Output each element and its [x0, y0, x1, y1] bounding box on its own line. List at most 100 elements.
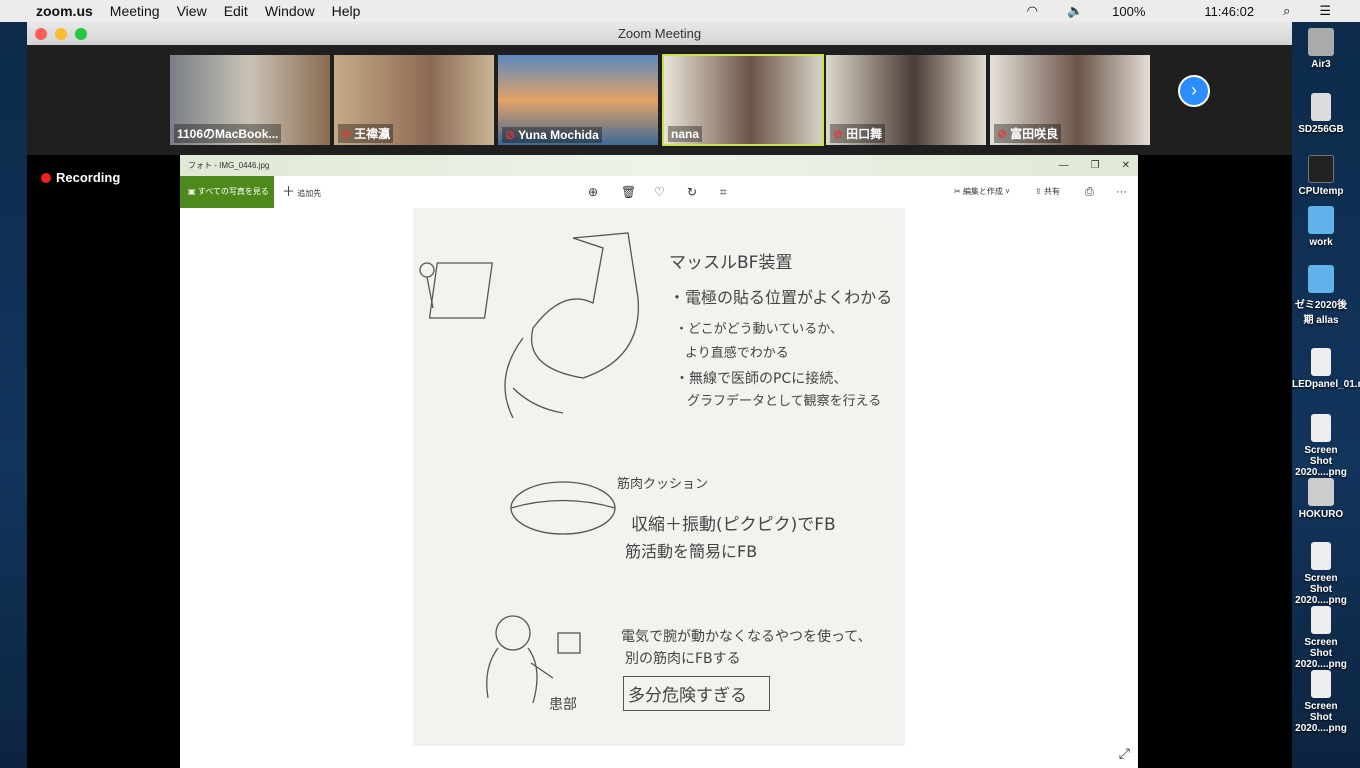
participant-name: 王禕瀛 [354, 127, 391, 141]
desktop-item-app[interactable]: CPUtemp [1292, 155, 1350, 197]
desktop-item-png[interactable]: Screen Shot 2020....png [1292, 670, 1350, 734]
video-tile[interactable]: ⊘ Yuna Mochida [498, 55, 658, 145]
desktop-item-png[interactable]: Screen Shot 2020....png [1292, 542, 1350, 606]
sd-card-icon [1311, 93, 1331, 121]
search-icon[interactable]: ⌕ [1283, 3, 1290, 19]
edit-icon: ✂ [954, 187, 963, 196]
desktop-item-drive[interactable]: Air3 [1292, 28, 1350, 70]
participant-name: 1106のMacBook... [174, 124, 282, 143]
edit-create-label: 編集と作成 [962, 187, 1003, 196]
video-tile[interactable]: ⊘ 王禕瀛 [334, 55, 494, 145]
menu-app[interactable]: zoom.us [36, 3, 93, 19]
mic-muted-icon: ⊘ [833, 127, 844, 141]
desktop-label: Screen Shot 2020....png [1295, 573, 1347, 606]
video-tile[interactable]: ⊘ 富田咲良 [990, 55, 1150, 145]
more-icon[interactable]: ··· [1116, 176, 1127, 208]
folder-icon [1308, 206, 1334, 234]
png-file-icon [1311, 606, 1331, 634]
mic-muted-icon: ⊘ [997, 127, 1008, 141]
desktop-label: Air3 [1311, 59, 1331, 70]
desktop-label: ゼミ2020後期 allas [1294, 300, 1348, 326]
png-file-icon [1311, 670, 1331, 698]
desktop-item-file[interactable]: LEDpanel_01.maxpat [1292, 348, 1360, 390]
print-icon[interactable]: ⎙ [1085, 176, 1094, 208]
drive-icon [1308, 28, 1334, 56]
folder-icon [1308, 265, 1334, 293]
video-tile-active[interactable]: nana [662, 54, 824, 146]
all-photos-label: すべての写真を見る [197, 187, 269, 196]
zoom-button[interactable] [75, 28, 87, 40]
file-icon [1311, 348, 1331, 376]
menu-meeting[interactable]: Meeting [110, 3, 160, 19]
desktop-item-folder[interactable]: work [1292, 206, 1350, 248]
add-to-label: 追加先 [297, 189, 322, 198]
menu-window[interactable]: Window [265, 3, 315, 19]
add-to-button[interactable]: ＋ 追加先 [282, 176, 321, 210]
share-label: 共有 [1043, 187, 1060, 196]
share-icon: ⇪ [1035, 187, 1044, 196]
close-button[interactable] [35, 28, 47, 40]
photos-title: フォト - IMG_0446.jpg [188, 161, 270, 170]
participant-name: nana [668, 126, 703, 142]
desktop-item-drive[interactable]: HOKURO [1292, 478, 1350, 520]
fullscreen-icon[interactable]: ⤢ [1119, 745, 1130, 762]
minimize-button[interactable] [55, 28, 67, 40]
share-button[interactable]: ⇪ 共有 [1035, 176, 1060, 208]
participant-strip: 1106のMacBook... ⊘ 王禕瀛 ⊘ Yuna Mochida nana … [27, 45, 1292, 155]
zoom-window: Zoom Meeting 1106のMacBook... ⊘ 王禕瀛 ⊘ Yuna … [27, 22, 1292, 768]
minimize-icon[interactable]: — [1059, 155, 1069, 176]
mic-muted-icon: ⊘ [341, 127, 352, 141]
heart-icon[interactable]: ♡ [654, 176, 665, 208]
video-tile[interactable]: ⊘ 田口舞 [826, 55, 986, 145]
wifi-icon[interactable]: ◠ [1027, 3, 1038, 19]
video-tile[interactable]: 1106のMacBook... [170, 55, 330, 145]
desktop-label: Screen Shot 2020....png [1295, 701, 1347, 734]
delete-icon[interactable]: 🗑 [621, 176, 636, 208]
list-icon[interactable]: ☰ [1319, 3, 1331, 19]
window-title: Zoom Meeting [617, 26, 702, 41]
mic-muted-icon: ⊘ [505, 128, 516, 142]
rotate-icon[interactable]: ↻ [687, 176, 697, 208]
clock[interactable]: 11:46:02 [1204, 4, 1254, 19]
zoom-in-icon[interactable]: ⊕ [588, 176, 598, 208]
participant-name: Yuna Mochida [518, 128, 599, 142]
recording-label: Recording [56, 170, 121, 185]
desktop-label: work [1309, 237, 1333, 248]
photos-app-window: フォト - IMG_0446.jpg — ❐ ✕ ▣ すべての写真を見る ＋ 追加先… [180, 155, 1138, 768]
recording-indicator[interactable]: Recording [41, 170, 120, 185]
menu-help[interactable]: Help [332, 3, 361, 19]
battery-label[interactable]: 100% [1112, 4, 1145, 19]
participant-name: 富田咲良 [1010, 127, 1059, 141]
menu-edit[interactable]: Edit [224, 3, 248, 19]
drive-icon [1308, 478, 1334, 506]
terminal-icon [1308, 155, 1334, 183]
menu-bar: zoom.us Meeting View Edit Window Help ◠ … [0, 0, 1360, 22]
png-file-icon [1311, 542, 1331, 570]
desktop-label: SD256GB [1298, 124, 1344, 135]
volume-icon[interactable]: 🔈 [1067, 3, 1083, 19]
close-icon[interactable]: ✕ [1122, 155, 1130, 176]
png-file-icon [1311, 414, 1331, 442]
next-page-button[interactable]: › [1178, 75, 1210, 107]
desktop-item-sd[interactable]: SD256GB [1292, 93, 1350, 135]
participant-name: 田口舞 [846, 127, 883, 141]
desktop-item-folder[interactable]: ゼミ2020後期 allas [1292, 265, 1350, 326]
restore-icon[interactable]: ❐ [1091, 155, 1100, 176]
plus-icon: ＋ [282, 184, 296, 199]
menu-view[interactable]: View [177, 3, 207, 19]
image-icon: ▣ [188, 187, 198, 196]
sketch-drawings [419, 232, 640, 704]
window-titlebar: Zoom Meeting [27, 22, 1292, 45]
desktop-label: HOKURO [1298, 509, 1344, 520]
desktop-label: Screen Shot 2020....png [1295, 637, 1347, 670]
recording-dot-icon [41, 172, 51, 183]
photo-image: マッスルBF装置 ・電極の貼る位置がよくわかる ・どこがどう動いているか、 より… [413, 208, 905, 746]
desktop-label: Screen Shot 2020....png [1295, 445, 1347, 478]
desktop-item-png[interactable]: Screen Shot 2020....png [1292, 606, 1350, 670]
desktop-label: LEDpanel_01.maxpat [1292, 379, 1360, 390]
all-photos-button[interactable]: ▣ すべての写真を見る [180, 176, 274, 208]
desktop-item-png[interactable]: Screen Shot 2020....png [1292, 414, 1350, 478]
crop-icon[interactable]: ⌗ [720, 176, 727, 208]
desktop-label: CPUtemp [1298, 186, 1344, 197]
edit-create-button[interactable]: ✂ 編集と作成 ˅ [954, 176, 1010, 208]
